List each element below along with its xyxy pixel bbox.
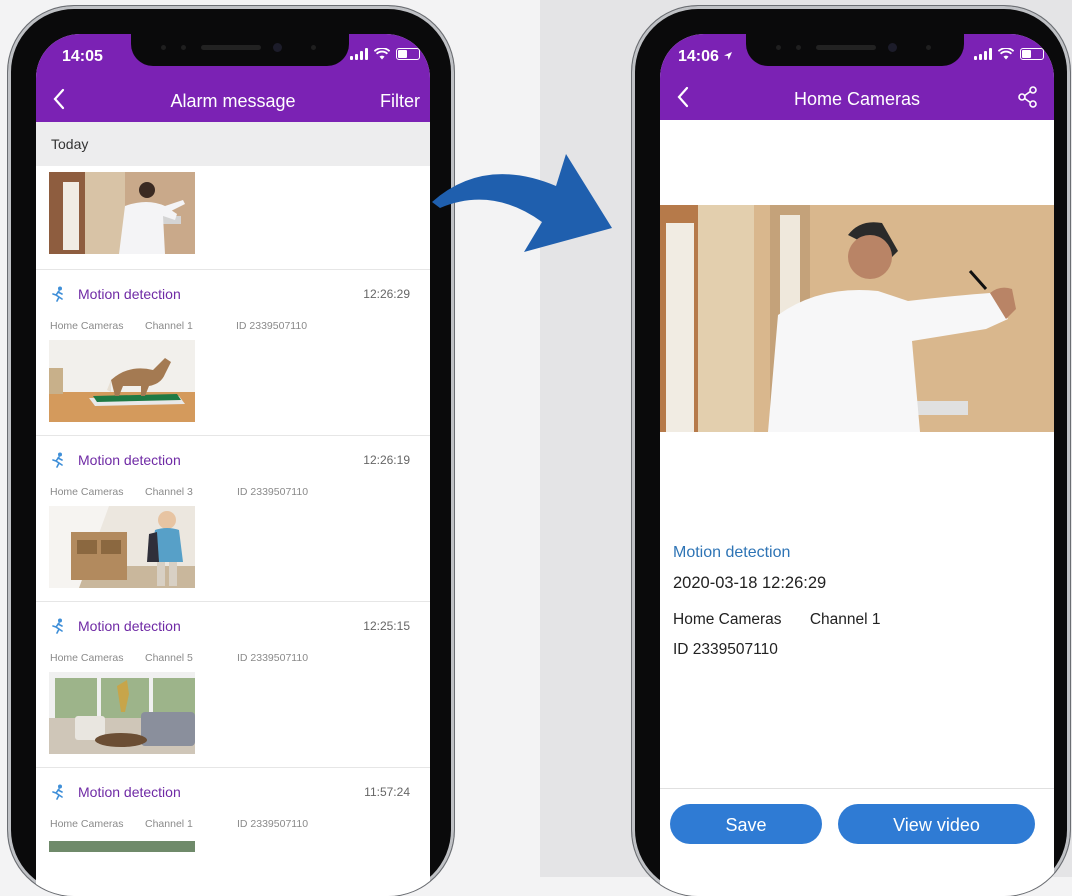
list-item[interactable]: Motion detection 12:25:15 Home Cameras C…	[36, 601, 430, 768]
event-time: 12:26:19	[363, 453, 410, 467]
status-time: 14:05	[62, 48, 103, 65]
phone-notch	[131, 34, 349, 66]
event-time: 11:57:24	[364, 785, 410, 799]
phone-notch	[746, 34, 964, 66]
signal-icon	[974, 48, 992, 60]
home-cameras-screen: 14:06 Home Cameras Motion detection 2020…	[660, 34, 1054, 896]
battery-icon	[1020, 48, 1044, 60]
camera-name: Home Cameras	[50, 652, 124, 664]
channel-name: Channel 5	[145, 652, 193, 664]
alarm-message-screen: 14:05 Alarm message Filter Today Motion …	[36, 34, 430, 896]
phone-right: 14:06 Home Cameras Motion detection 2020…	[632, 6, 1070, 896]
event-label: Motion detection	[78, 618, 181, 634]
camera-name: Home Cameras	[673, 611, 782, 628]
alarm-thumbnail[interactable]	[49, 172, 195, 254]
event-datetime: 2020-03-18 12:26:29	[673, 574, 827, 592]
device-id: ID 2339507110	[673, 641, 778, 658]
page-title: Home Cameras	[793, 89, 921, 109]
alarm-snapshot[interactable]	[660, 205, 1054, 432]
date-group-header: Today	[36, 122, 430, 166]
save-button[interactable]: Save	[670, 804, 822, 844]
event-label: Motion detection	[78, 452, 181, 468]
camera-name: Home Cameras	[50, 486, 124, 498]
event-label: Motion detection	[78, 784, 181, 800]
status-icons	[974, 48, 1044, 60]
event-time: 12:26:29	[363, 287, 410, 301]
signal-icon	[350, 48, 368, 60]
camera-name: Home Cameras	[50, 320, 124, 332]
alarm-thumbnail[interactable]	[49, 506, 195, 588]
channel-name: Channel 3	[145, 486, 193, 498]
filter-button[interactable]: Filter	[380, 91, 420, 112]
page-title: Alarm message	[170, 91, 296, 111]
list-item[interactable]: Motion detection 12:26:29 Home Cameras C…	[36, 269, 430, 436]
running-person-icon	[52, 452, 63, 468]
channel-name: Channel 1	[145, 818, 193, 830]
share-icon[interactable]	[1018, 86, 1038, 108]
location-arrow-icon	[724, 52, 733, 60]
event-label: Motion detection	[673, 544, 791, 561]
phone-left: 14:05 Alarm message Filter Today Motion …	[8, 6, 454, 896]
status-time: 14:06	[678, 48, 733, 66]
wifi-icon	[998, 48, 1014, 60]
alarm-thumbnail[interactable]	[49, 840, 195, 852]
running-person-icon	[52, 618, 63, 634]
camera-channel-row: Home Cameras Channel 1	[673, 611, 905, 629]
wifi-icon	[374, 48, 390, 60]
device-id: ID 2339507110	[236, 320, 308, 332]
camera-name: Home Cameras	[50, 818, 124, 830]
status-icons	[350, 48, 420, 60]
battery-icon	[396, 48, 420, 60]
alarm-thumbnail[interactable]	[49, 340, 195, 422]
running-person-icon	[52, 286, 63, 302]
alarm-thumbnail[interactable]	[49, 672, 195, 754]
event-label: Motion detection	[78, 286, 181, 302]
device-id: ID 2339507110	[237, 652, 309, 664]
event-time: 12:25:15	[363, 619, 410, 633]
divider	[660, 788, 1054, 789]
running-person-icon	[52, 784, 63, 800]
channel-name: Channel 1	[809, 611, 881, 628]
view-video-button[interactable]: View video	[838, 804, 1035, 844]
device-id: ID 2339507110	[237, 486, 309, 498]
list-item[interactable]: Motion detection 12:26:19 Home Cameras C…	[36, 435, 430, 602]
device-id: ID 2339507110	[237, 818, 309, 830]
channel-name: Channel 1	[145, 320, 193, 332]
flow-arrow-icon	[432, 154, 612, 252]
